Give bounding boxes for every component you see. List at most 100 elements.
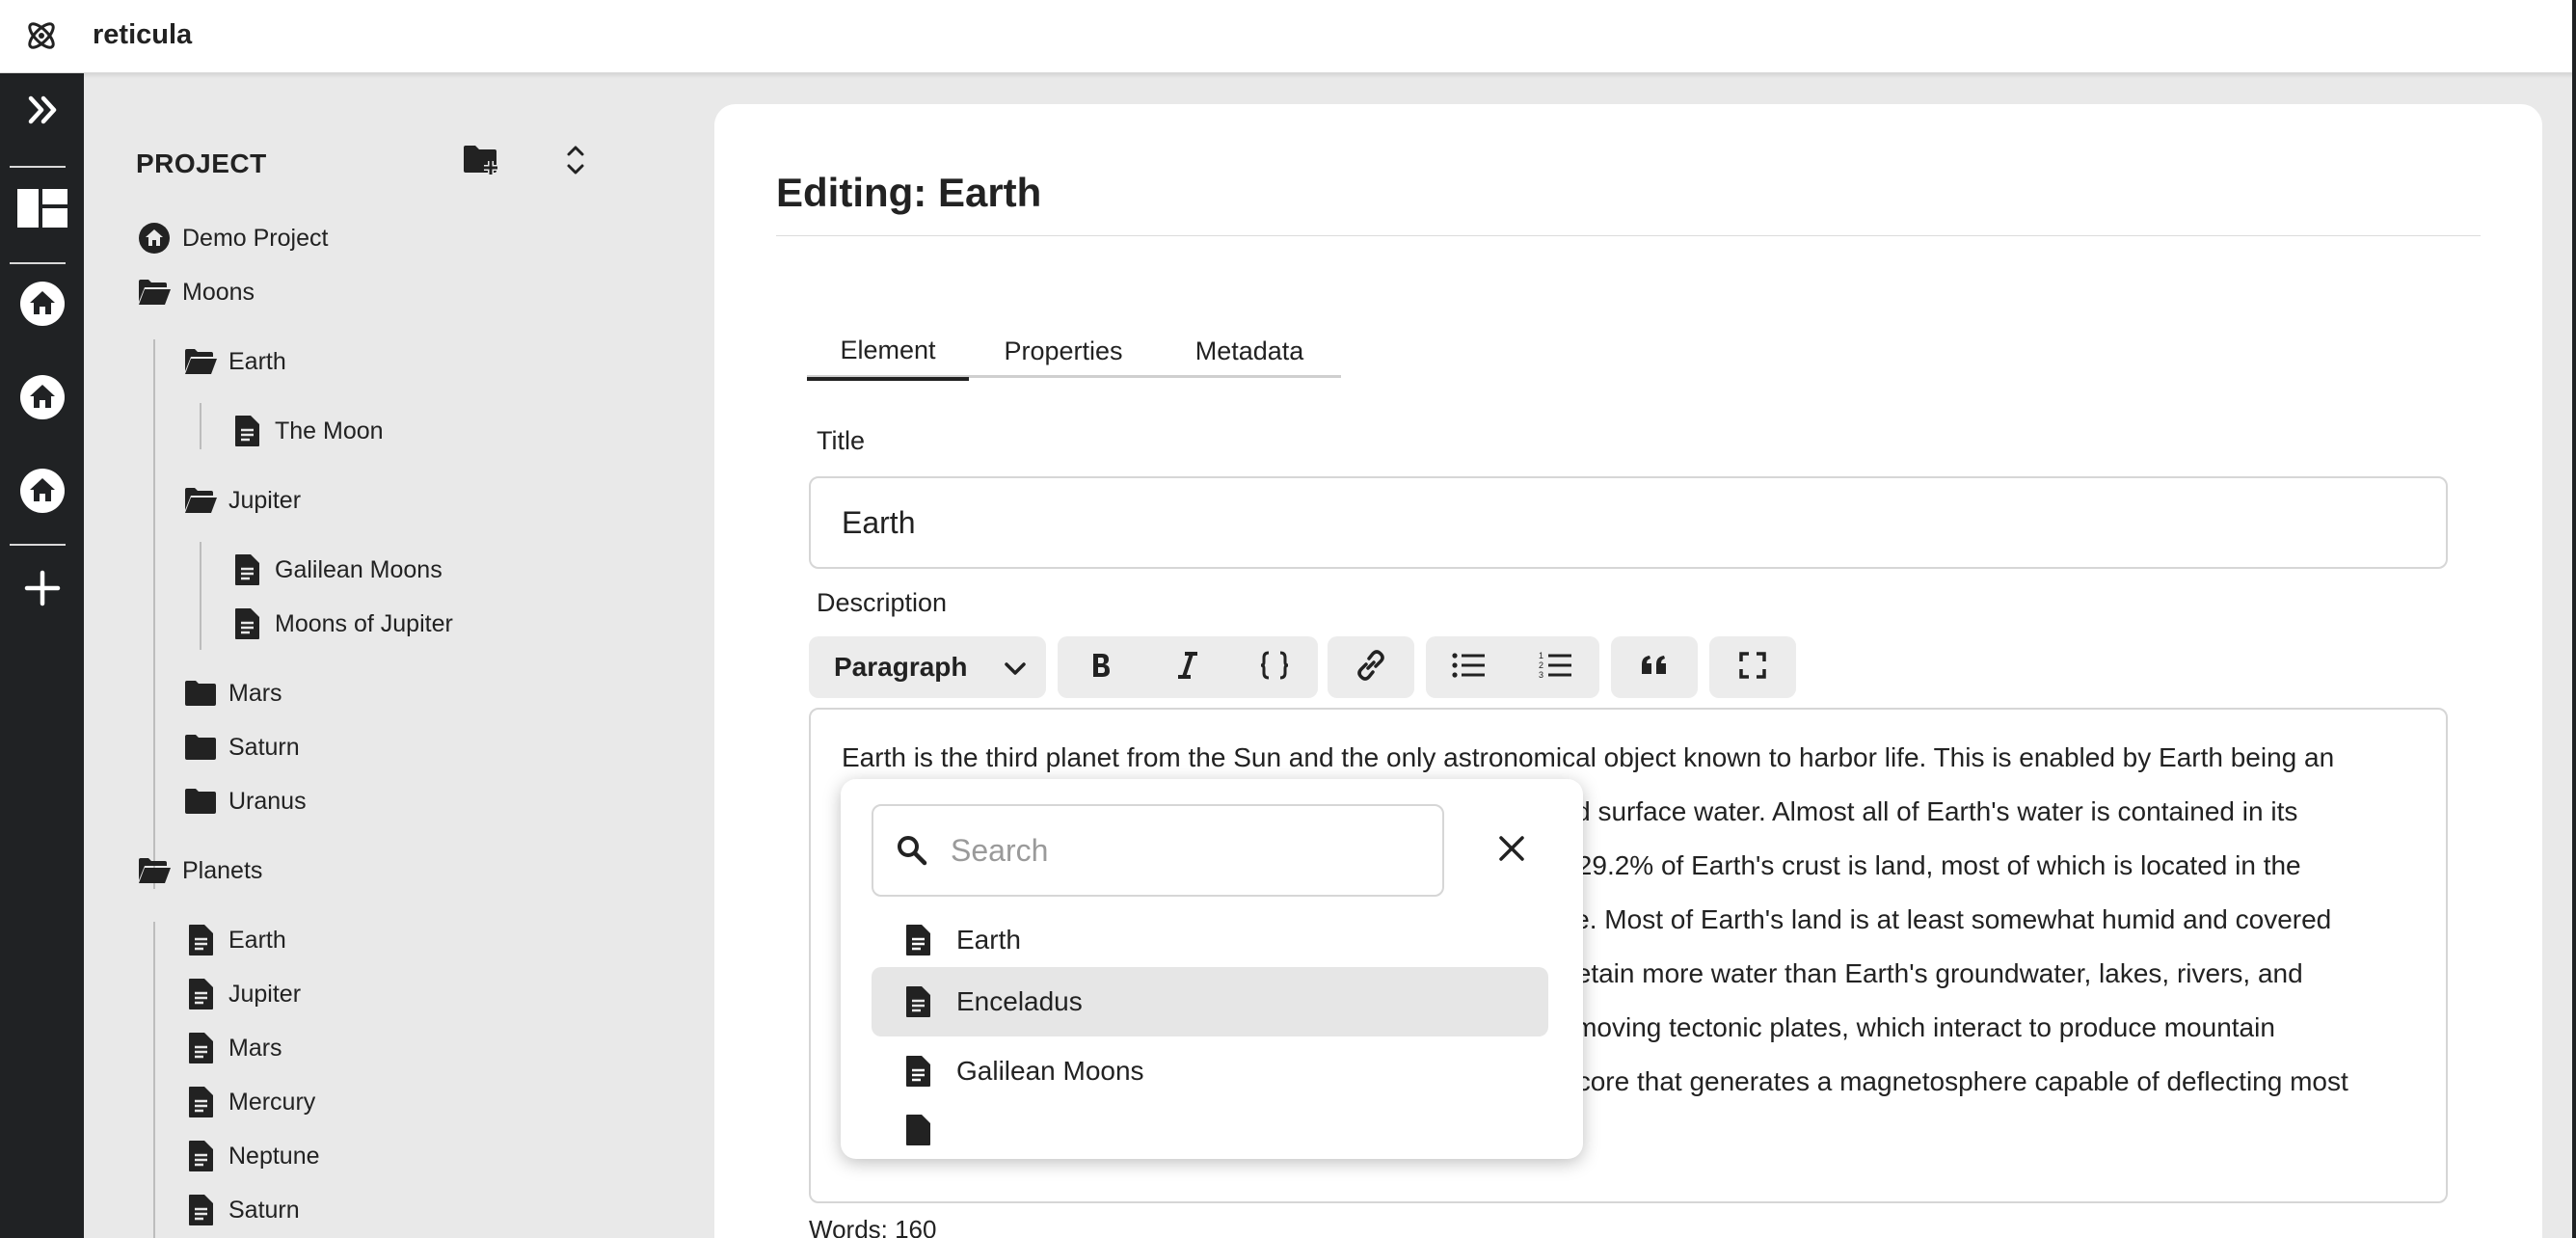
tree-item-the-moon[interactable]: The Moon (228, 409, 384, 453)
numbered-list-button[interactable]: 123 (1513, 636, 1599, 698)
tree-item-moons[interactable]: Moons (136, 270, 255, 314)
tree-item-earth[interactable]: Earth (182, 918, 286, 962)
new-folder-button[interactable] (460, 141, 502, 183)
description-line: Earth is the third planet from the Sun a… (842, 742, 2335, 772)
tree-item-label: Mars (228, 1034, 282, 1062)
chevron-down-icon (1004, 652, 1027, 683)
title-divider (776, 235, 2481, 236)
expand-sidebar-button[interactable] (0, 73, 84, 150)
atom-icon[interactable] (23, 17, 60, 54)
link-button[interactable] (1328, 636, 1414, 698)
top-bar: reticula (0, 0, 2576, 73)
format-group (1058, 636, 1318, 698)
tab-metadata[interactable]: Metadata (1158, 324, 1341, 378)
code-button[interactable] (1231, 636, 1318, 698)
document-icon (228, 414, 265, 448)
title-input[interactable]: Earth (809, 476, 2448, 569)
tree-item-galilean-moons[interactable]: Galilean Moons (228, 548, 443, 592)
project-button-1[interactable] (0, 267, 84, 344)
folder-open-icon (136, 275, 173, 310)
link-icon (1354, 648, 1388, 687)
project-button-2[interactable] (0, 361, 84, 438)
bullet-list-button[interactable] (1426, 636, 1513, 698)
fullscreen-button[interactable] (1709, 636, 1796, 698)
tab-properties[interactable]: Properties (969, 324, 1158, 378)
folder-icon (182, 730, 219, 765)
bold-button[interactable] (1058, 636, 1144, 698)
tree-item-label: Jupiter (228, 486, 302, 514)
close-icon (1497, 834, 1526, 868)
search-result-partial[interactable] (872, 1114, 1548, 1152)
tree-item-mars-folder[interactable]: Mars (182, 671, 282, 715)
search-result-enceladus[interactable]: Enceladus (872, 967, 1548, 1036)
tree-item-neptune[interactable]: Neptune (182, 1134, 320, 1178)
search-field[interactable] (872, 804, 1444, 897)
tree-item-label: Galilean Moons (275, 555, 443, 583)
list-group: 123 (1426, 636, 1599, 698)
tree-item-earth-folder[interactable]: Earth (182, 339, 286, 384)
folder-open-icon (182, 483, 219, 518)
collapse-toggle-button[interactable] (554, 141, 597, 183)
project-button-3[interactable] (0, 454, 84, 531)
document-icon (904, 1055, 939, 1088)
fullscreen-group (1709, 636, 1796, 698)
search-input[interactable] (951, 832, 1413, 869)
add-icon (23, 569, 62, 612)
document-icon (904, 985, 939, 1018)
tree-item-label: The Moon (275, 417, 384, 444)
numbered-list-icon: 123 (1539, 651, 1573, 685)
left-rail (0, 73, 84, 1238)
new-folder-icon (462, 144, 500, 181)
tree-item-planets[interactable]: Planets (136, 848, 262, 893)
bold-icon (1090, 652, 1112, 684)
italic-button[interactable] (1144, 636, 1231, 698)
document-icon (904, 924, 939, 956)
search-result-earth[interactable]: Earth (872, 905, 1548, 975)
tree-item-moons-of-jupiter[interactable]: Moons of Jupiter (228, 602, 453, 646)
tree-item-mars[interactable]: Mars (182, 1026, 282, 1070)
tree-item-uranus-folder[interactable]: Uranus (182, 779, 307, 823)
tree-item-label: Jupiter (228, 980, 302, 1008)
folder-open-icon (182, 344, 219, 379)
home-icon (136, 221, 173, 256)
add-project-button[interactable] (0, 552, 84, 629)
project-home-icon (19, 468, 66, 519)
tree-item-label: Moons (182, 278, 255, 306)
tree-guide (153, 339, 155, 889)
document-icon (182, 1139, 219, 1173)
search-result-galilean-moons[interactable]: Galilean Moons (872, 1036, 1548, 1106)
document-icon (228, 606, 265, 641)
tree-item-saturn-folder[interactable]: Saturn (182, 725, 300, 769)
block-type-value: Paragraph (834, 652, 968, 682)
close-popup-button[interactable] (1485, 823, 1539, 877)
tree-item-mercury[interactable]: Mercury (182, 1080, 315, 1124)
tree-item-label: Earth (228, 347, 286, 375)
folder-open-icon (136, 853, 173, 888)
bullet-list-icon (1452, 652, 1487, 684)
search-result-label: Earth (956, 925, 1021, 955)
tree-item-label: Demo Project (182, 224, 329, 252)
tree-item-label: Mars (228, 679, 282, 707)
tree-item-label: Saturn (228, 1196, 300, 1224)
document-icon (182, 977, 219, 1011)
blockquote-button[interactable] (1611, 636, 1698, 698)
italic-icon (1176, 651, 1199, 684)
tab-element[interactable]: Element (807, 324, 969, 381)
tree-item-jupiter-folder[interactable]: Jupiter (182, 478, 301, 523)
rail-divider (10, 544, 66, 546)
tree-item-saturn[interactable]: Saturn (182, 1188, 300, 1232)
dashboard-icon (16, 188, 67, 232)
link-group (1328, 636, 1414, 698)
quote-group (1611, 636, 1698, 698)
rail-divider (10, 262, 66, 264)
block-type-select[interactable]: Paragraph (809, 636, 1046, 698)
tree-guide (153, 922, 155, 1238)
tree-item-demo-project[interactable]: Demo Project (136, 216, 328, 260)
svg-text:1: 1 (1539, 651, 1543, 660)
tree-item-jupiter[interactable]: Jupiter (182, 972, 301, 1016)
dashboard-button[interactable] (0, 172, 84, 249)
project-home-icon (19, 281, 66, 332)
document-icon (182, 1085, 219, 1119)
tree-item-label: Mercury (228, 1088, 316, 1116)
tree-guide (200, 542, 201, 650)
